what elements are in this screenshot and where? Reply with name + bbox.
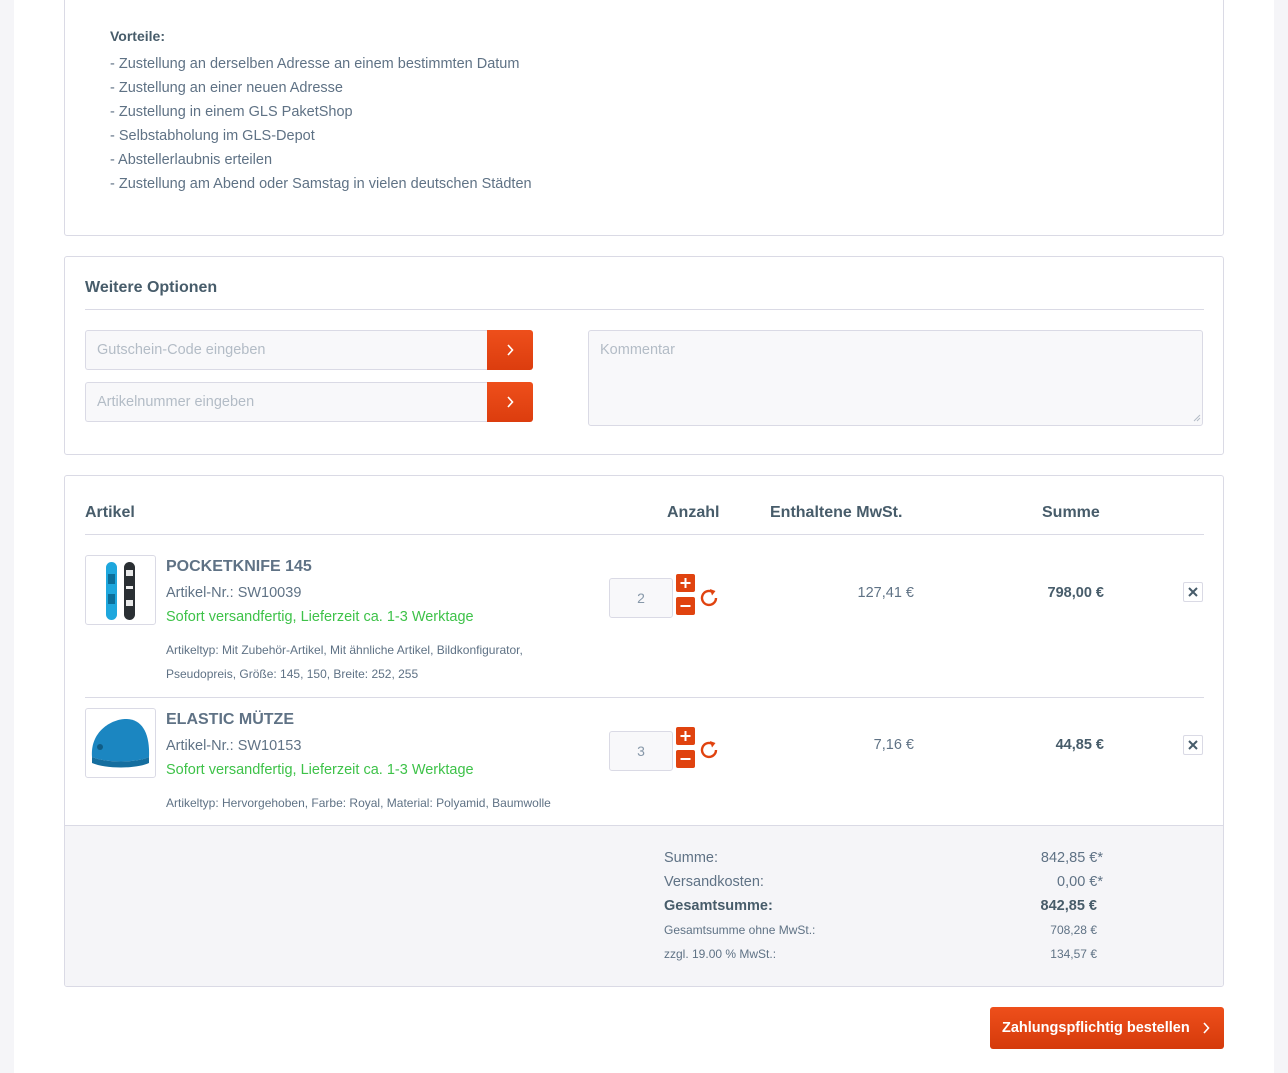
- item-tax: 127,41 €: [857, 585, 914, 601]
- minus-icon: [680, 605, 691, 607]
- product-name-link[interactable]: ELASTIC MÜTZE: [166, 711, 294, 729]
- advantage-item: - Zustellung in einem GLS PaketShop: [110, 104, 353, 120]
- delivery-advantages-panel: Vorteile: - Zustellung an derselben Adre…: [64, 0, 1224, 236]
- close-icon: [1188, 740, 1198, 750]
- plus-icon: [680, 731, 691, 741]
- page: Vorteile: - Zustellung an derselben Adre…: [14, 0, 1274, 1073]
- voucher-submit-button[interactable]: [487, 330, 533, 370]
- shipping-value: 0,00 €*: [1057, 874, 1103, 890]
- item-tax: 7,16 €: [873, 737, 914, 753]
- advantage-item: - Zustellung an derselben Adresse an ein…: [110, 56, 520, 72]
- divider: [85, 309, 1204, 310]
- plus-icon: [680, 578, 691, 588]
- advantages-title: Vorteile:: [110, 28, 165, 44]
- item-sum: 44,85 €: [1055, 737, 1104, 753]
- shipping-label: Versandkosten:: [664, 874, 764, 890]
- quantity-increase-button[interactable]: [676, 574, 695, 592]
- refresh-icon[interactable]: [697, 586, 721, 610]
- quantity-decrease-button[interactable]: [676, 750, 695, 768]
- product-attributes: Artikeltyp: Hervorgehoben, Farbe: Royal,…: [166, 796, 551, 810]
- product-number: Artikel-Nr.: SW10039: [166, 585, 302, 601]
- column-header-quantity: Anzahl: [667, 504, 720, 521]
- advantage-item: - Zustellung am Abend oder Samstag in vi…: [110, 176, 532, 192]
- delivery-status: Sofort versandfertig, Lieferzeit ca. 1-3…: [166, 762, 474, 778]
- quantity-input[interactable]: 2: [609, 578, 673, 618]
- comment-textarea[interactable]: [588, 330, 1203, 426]
- further-options-title: Weitere Optionen: [85, 279, 218, 296]
- voucher-group: [85, 330, 533, 370]
- quantity-increase-button[interactable]: [676, 727, 695, 745]
- page-background-right: [1274, 0, 1288, 1073]
- chevron-right-icon: [507, 396, 514, 408]
- quantity-input[interactable]: 3: [609, 731, 673, 771]
- quantity-decrease-button[interactable]: [676, 597, 695, 615]
- total-value: 842,85 €: [1040, 898, 1097, 914]
- cart-totals: Summe: 842,85 €* Versandkosten: 0,00 €* …: [65, 825, 1223, 986]
- column-header-article: Artikel: [85, 504, 135, 521]
- product-attributes: Artikeltyp: Mit Zubehör-Artikel, Mit ähn…: [166, 643, 523, 681]
- product-image-snowboard[interactable]: [85, 555, 156, 625]
- column-header-tax: Enthaltene MwSt.: [770, 504, 903, 521]
- product-number: Artikel-Nr.: SW10153: [166, 738, 302, 754]
- cart-panel: Artikel Anzahl Enthaltene MwSt. Summe PO…: [64, 475, 1224, 987]
- delivery-status: Sofort versandfertig, Lieferzeit ca. 1-3…: [166, 609, 474, 625]
- place-order-label: Zahlungspflichtig bestellen: [1002, 1020, 1190, 1036]
- product-image-beanie[interactable]: [85, 708, 156, 778]
- vat-value: 134,57 €: [1050, 947, 1097, 961]
- net-total-label: Gesamtsumme ohne MwSt.:: [664, 923, 816, 937]
- article-number-group: [85, 382, 533, 422]
- item-sum: 798,00 €: [1047, 585, 1104, 601]
- divider: [85, 534, 1204, 535]
- remove-item-button[interactable]: [1183, 735, 1203, 755]
- further-options-panel: Weitere Optionen: [64, 256, 1224, 455]
- beanie-image: [91, 719, 150, 768]
- remove-item-button[interactable]: [1183, 582, 1203, 602]
- subtotal-value: 842,85 €*: [1040, 850, 1103, 866]
- voucher-code-input[interactable]: [85, 330, 488, 370]
- minus-icon: [680, 758, 691, 760]
- product-name-link[interactable]: POCKETKNIFE 145: [166, 558, 312, 576]
- close-icon: [1188, 587, 1198, 597]
- divider: [85, 697, 1204, 698]
- total-label: Gesamtsumme:: [664, 898, 773, 914]
- article-number-submit-button[interactable]: [487, 382, 533, 422]
- column-header-sum: Summe: [1042, 504, 1100, 521]
- refresh-icon[interactable]: [697, 738, 721, 762]
- advantages-list: - Zustellung an derselben Adresse an ein…: [110, 52, 532, 196]
- vat-label: zzgl. 19.00 % MwSt.:: [664, 947, 777, 961]
- chevron-right-icon: [507, 344, 514, 356]
- place-order-button[interactable]: Zahlungspflichtig bestellen: [990, 1007, 1224, 1049]
- advantage-item: - Zustellung an einer neuen Adresse: [110, 80, 343, 96]
- snowboard-image: [106, 562, 135, 620]
- advantage-item: - Selbstabholung im GLS-Depot: [110, 128, 315, 144]
- subtotal-label: Summe:: [664, 850, 718, 866]
- advantage-item: - Abstellerlaubnis erteilen: [110, 152, 273, 168]
- article-number-input[interactable]: [85, 382, 488, 422]
- resize-grip-icon[interactable]: [1192, 413, 1201, 422]
- chevron-right-icon: [1203, 1022, 1210, 1034]
- net-total-value: 708,28 €: [1050, 923, 1097, 937]
